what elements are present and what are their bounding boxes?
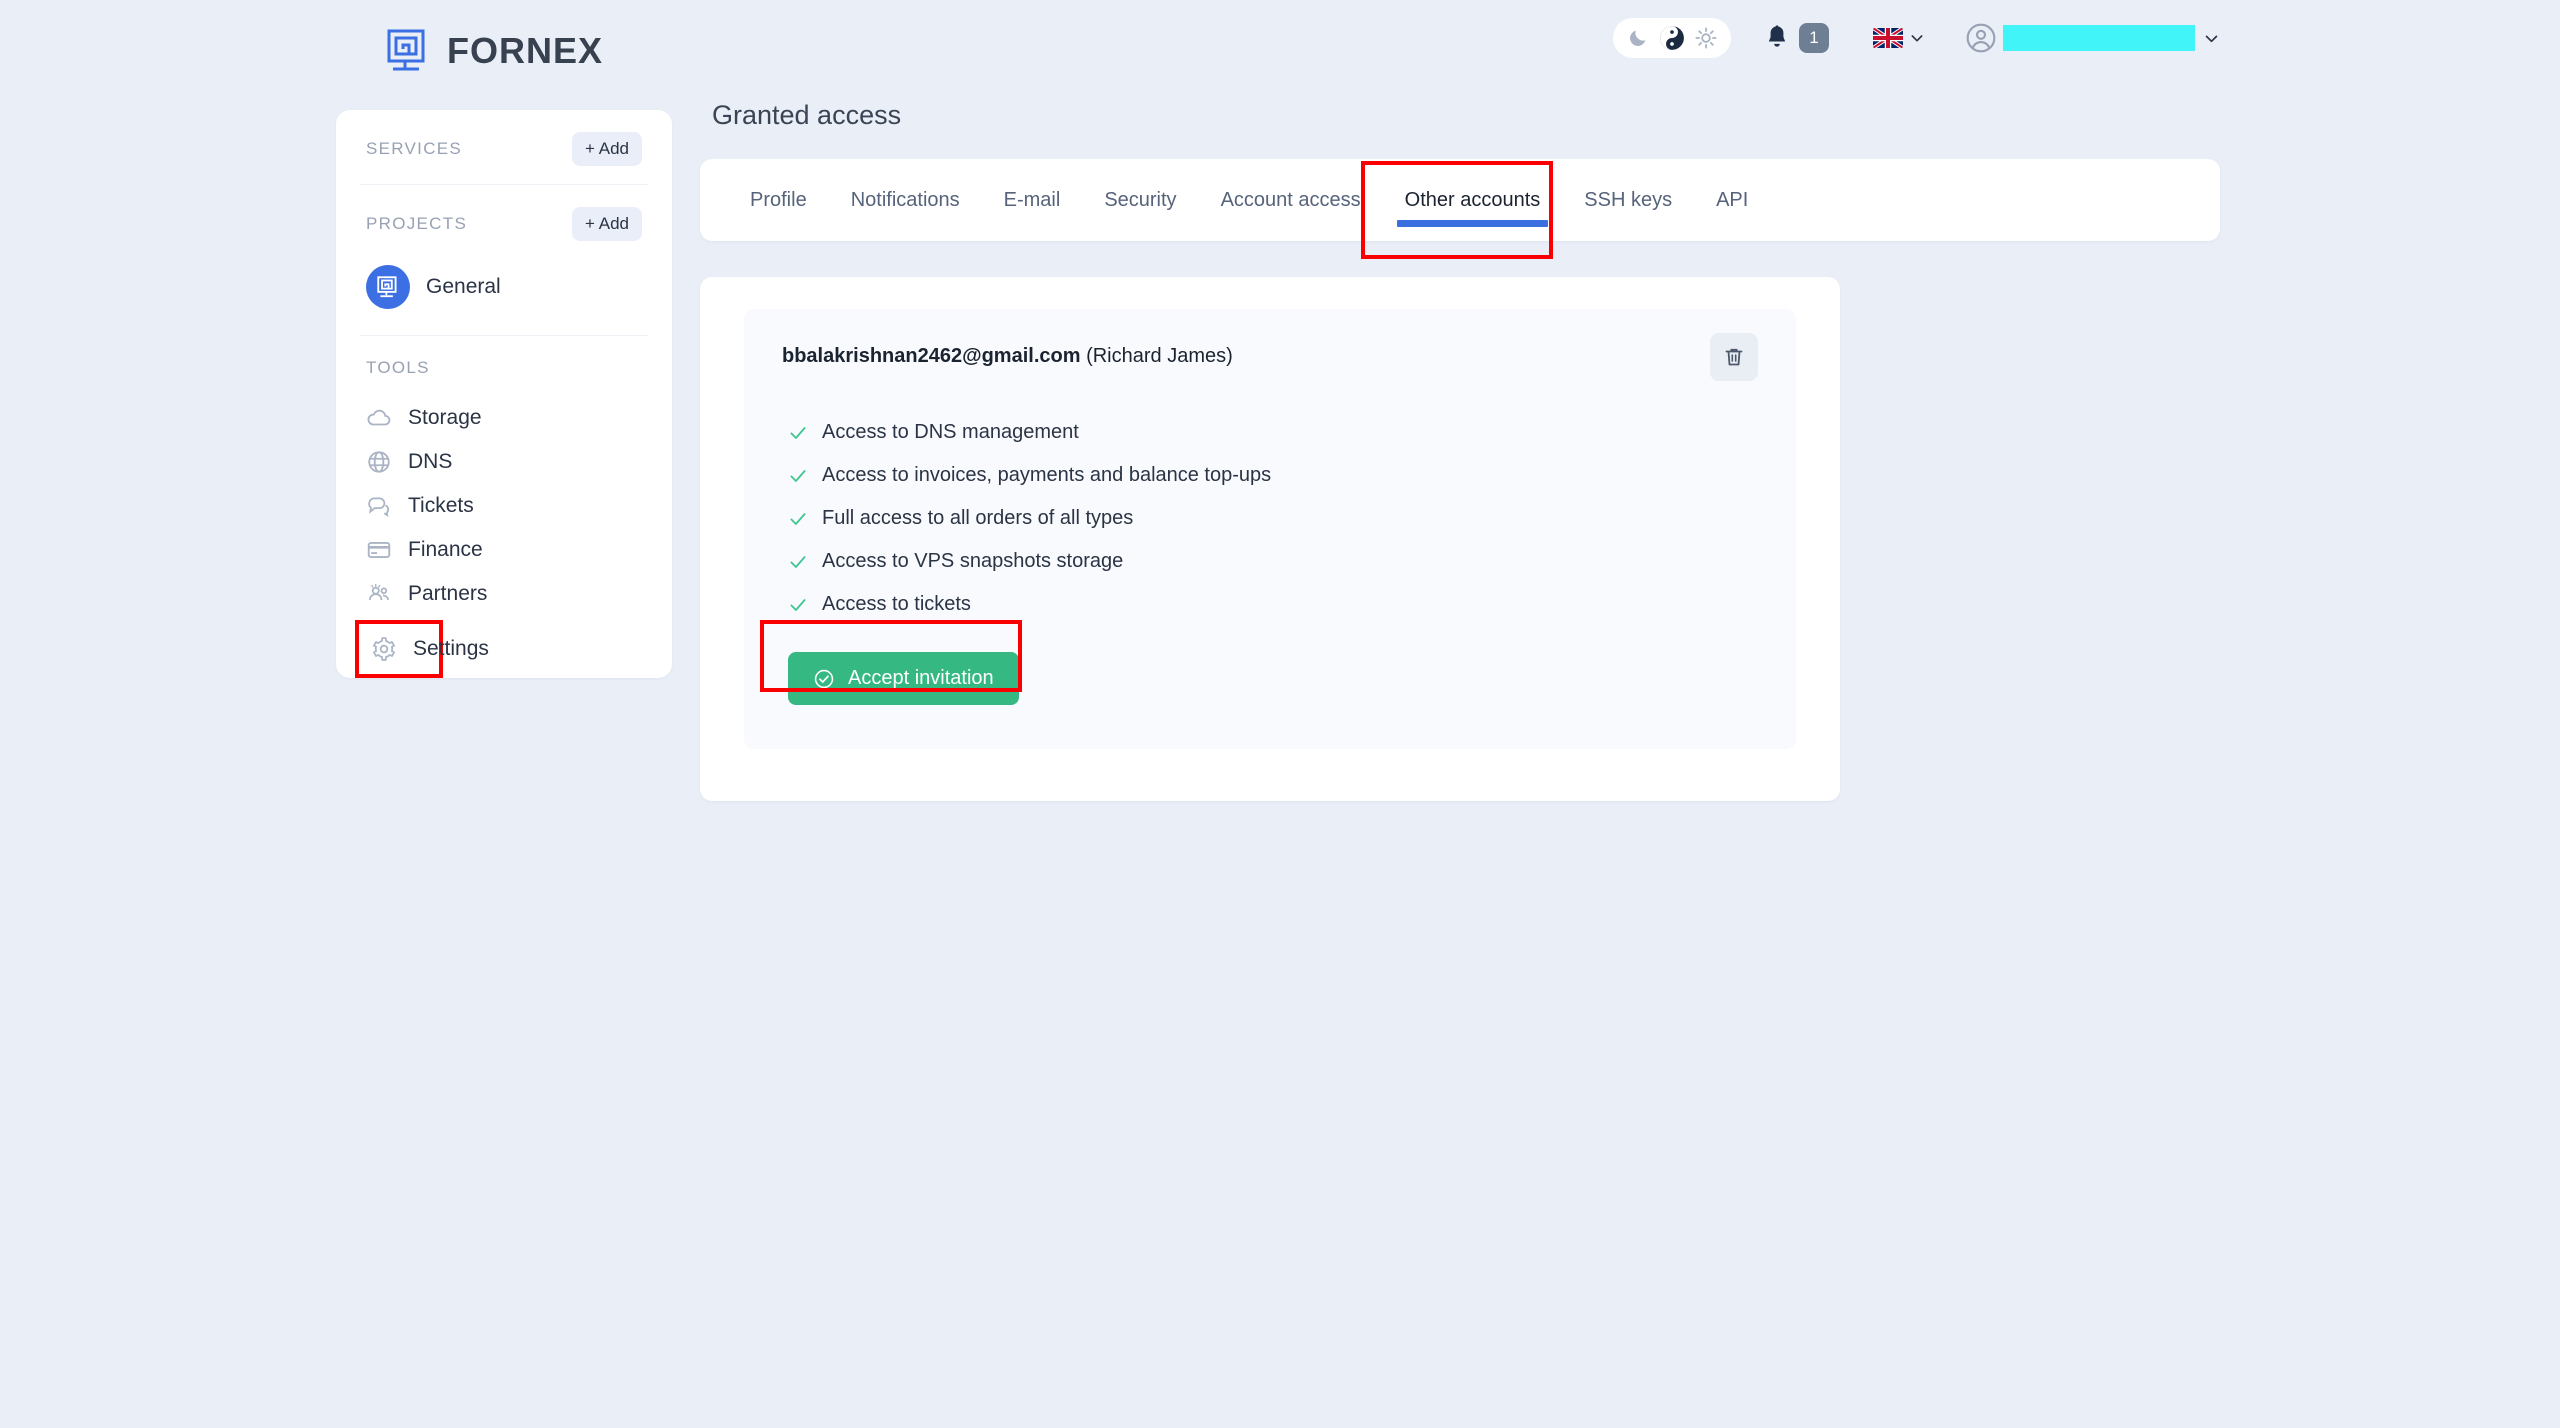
invitation-header: bbalakrishnan2462@gmail.com (Richard Jam… [782,333,1758,381]
user-menu[interactable] [1965,22,2220,54]
check-icon [790,598,806,611]
add-project-button[interactable]: + Add [572,207,642,241]
check-icon [790,426,806,439]
add-service-button[interactable]: + Add [572,132,642,166]
permission-item: Full access to all orders of all types [782,497,1758,540]
projects-title: PROJECTS [366,214,468,233]
tabs-bar: Profile Notifications E-mail Security Ac… [700,159,2220,241]
permissions-list: Access to DNS management Access to invoi… [782,411,1758,626]
sidebar-item-finance[interactable]: Finance [366,528,642,572]
brand-name: FORNEX [447,30,604,71]
tab-email[interactable]: E-mail [982,159,1083,241]
uk-flag-icon [1873,28,1903,48]
invitation-email: bbalakrishnan2462@gmail.com [782,345,1081,367]
sidebar-item-label: Finance [408,538,483,561]
accept-invitation-label: Accept invitation [848,667,994,689]
permission-label: Access to DNS management [822,421,1079,443]
chat-icon [368,497,390,517]
sidebar: SERVICES + Add PROJECTS + Add General TO… [336,110,672,678]
notification-badge: 1 [1799,23,1829,53]
permission-item: Access to invoices, payments and balance… [782,454,1758,497]
check-icon [790,512,806,525]
sidebar-item-label: Storage [408,406,482,429]
check-circle-icon [814,669,834,688]
permission-item: Access to tickets [782,583,1758,626]
globe-icon [368,451,390,473]
fornex-logo-icon [387,29,425,71]
permission-label: Full access to all orders of all types [822,507,1134,529]
yin-yang-icon[interactable] [1659,25,1685,51]
sun-icon[interactable] [1695,27,1717,49]
invitation-owner-name: (Richard James) [1086,345,1233,367]
tab-ssh-keys[interactable]: SSH keys [1562,159,1694,241]
app-root: FORNEX 1 SERVICES + Add PROJECTS + Add G… [0,0,2560,1428]
granted-access-card: bbalakrishnan2462@gmail.com (Richard Jam… [700,277,1840,801]
trash-icon [1725,348,1743,366]
sidebar-item-storage[interactable]: Storage [366,396,642,440]
bell-icon[interactable] [1763,24,1791,52]
sidebar-item-tickets[interactable]: Tickets [366,484,642,528]
header-actions: 1 [1613,18,2220,58]
permission-label: Access to invoices, payments and balance… [822,464,1272,486]
sidebar-item-label: Settings [413,637,489,660]
project-avatar [366,265,410,309]
sidebar-item-partners[interactable]: Partners [366,572,642,616]
tab-security[interactable]: Security [1082,159,1198,241]
sidebar-item-label: Partners [408,582,488,605]
chevron-down-icon[interactable] [2203,30,2220,47]
check-icon [790,555,806,568]
invitation-panel: bbalakrishnan2462@gmail.com (Richard Jam… [744,309,1796,749]
accept-invitation-button[interactable]: Accept invitation [788,652,1019,705]
page-title: Granted access [712,100,902,130]
brand-logo[interactable]: FORNEX [385,27,603,75]
permission-label: Access to VPS snapshots storage [822,550,1124,572]
tab-profile[interactable]: Profile [728,159,829,241]
cloud-icon [367,409,391,426]
gear-icon [372,637,396,661]
user-name-redacted [2003,25,2195,51]
sidebar-section-projects: PROJECTS + Add [336,185,672,259]
people-icon [369,583,389,601]
sidebar-item-general[interactable]: General [336,259,672,335]
tab-api[interactable]: API [1694,159,1770,241]
check-icon [790,469,806,482]
sidebar-item-label: Tickets [408,494,474,517]
permission-item: Access to DNS management [782,411,1758,454]
user-avatar-icon [1966,23,1996,53]
invitation-account: bbalakrishnan2462@gmail.com (Richard Jam… [782,345,1233,368]
permission-item: Access to VPS snapshots storage [782,540,1758,583]
app-header: FORNEX 1 [0,0,2560,100]
permission-label: Access to tickets [822,593,971,615]
tab-other-accounts[interactable]: Other accounts [1383,159,1563,241]
theme-toggle[interactable] [1613,18,1731,58]
sidebar-item-label: DNS [408,450,453,473]
tab-notifications[interactable]: Notifications [829,159,982,241]
fornex-project-icon [377,276,397,298]
tools-title: TOOLS [366,358,430,377]
tab-account-access[interactable]: Account access [1199,159,1383,241]
sidebar-item-dns[interactable]: DNS [366,440,642,484]
services-title: SERVICES [366,139,463,158]
highlight-box-settings[interactable]: Settings [355,620,489,678]
sidebar-section-services: SERVICES + Add [336,110,672,184]
notifications-group[interactable]: 1 [1763,23,1829,53]
moon-icon[interactable] [1627,27,1649,49]
delete-invitation-button[interactable] [1710,333,1758,381]
credit-card-icon [367,542,391,558]
chevron-down-icon[interactable] [1909,30,1925,46]
sidebar-section-tools: TOOLS [336,336,672,396]
project-label: General [426,275,501,298]
language-selector[interactable] [1873,28,1925,48]
main-content: Granted access Profile Notifications E-m… [700,100,2220,801]
